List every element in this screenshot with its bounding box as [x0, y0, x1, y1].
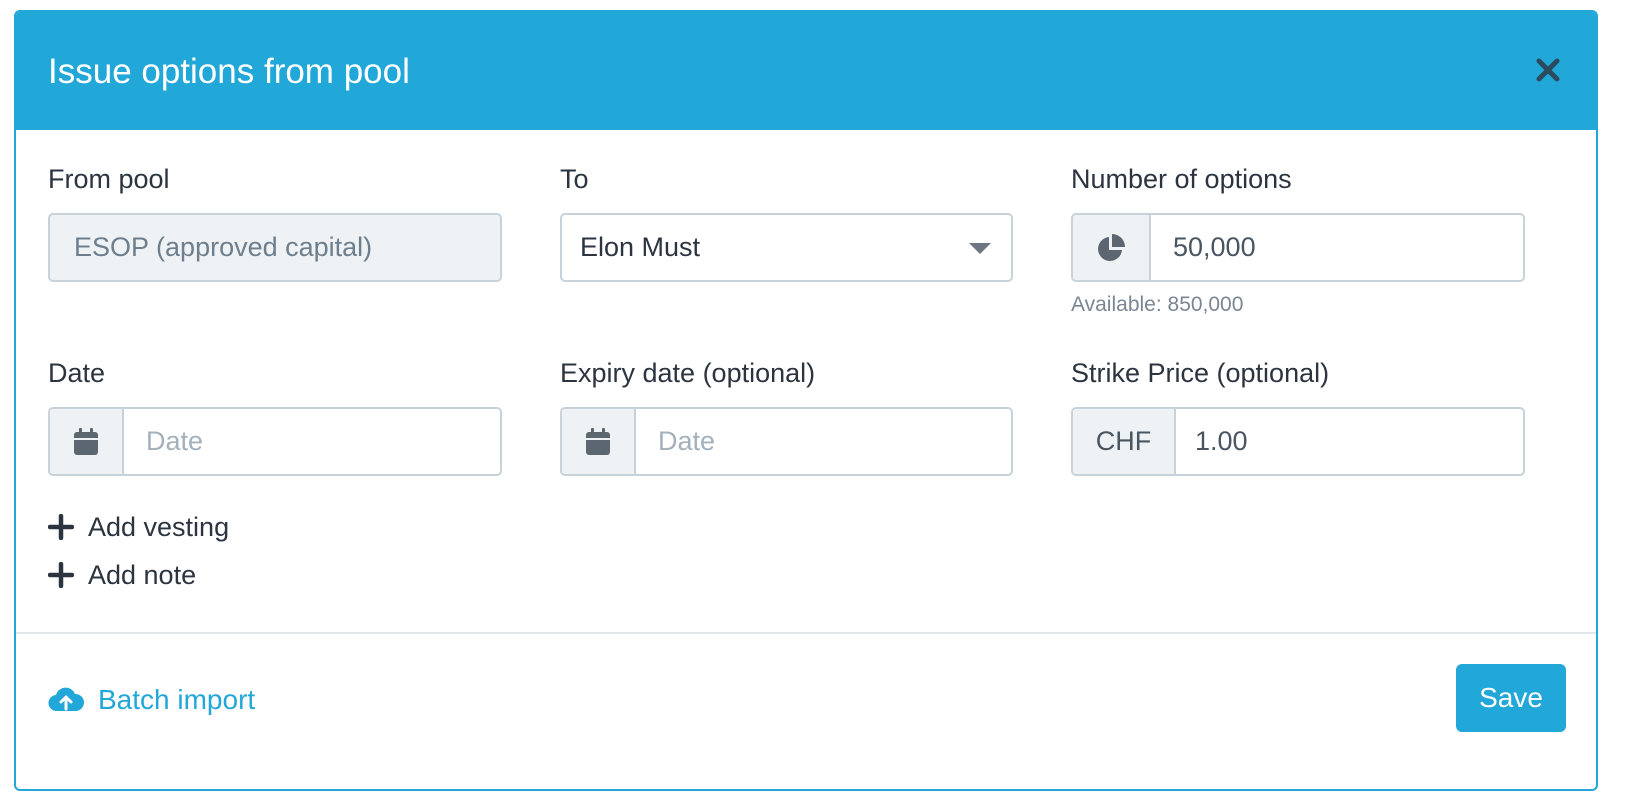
date-label: Date	[48, 358, 106, 388]
chevron-down-icon	[969, 243, 991, 254]
plus-icon	[48, 514, 74, 540]
calendar-icon	[74, 427, 98, 455]
date-placeholder: Date	[146, 426, 204, 456]
issue-options-modal: Issue options from pool From pool ESOP (…	[14, 10, 1598, 791]
strike-price-value: 1.00	[1195, 426, 1248, 456]
to-select[interactable]: Elon Must	[560, 213, 1013, 282]
save-button[interactable]: Save	[1456, 664, 1566, 732]
date-addon	[50, 409, 124, 474]
footer-divider	[16, 632, 1596, 634]
strike-price-label: Strike Price (optional)	[1071, 358, 1330, 388]
number-of-options-addon	[1073, 215, 1151, 280]
number-of-options-input[interactable]: 50,000	[1071, 213, 1525, 282]
available-options-help: Available: 850,000	[1071, 293, 1244, 316]
calendar-icon	[586, 427, 610, 455]
from-pool-value: ESOP (approved capital)	[74, 232, 373, 262]
add-note-label: Add note	[88, 559, 197, 590]
date-input[interactable]: Date	[48, 407, 502, 476]
number-of-options-label: Number of options	[1071, 164, 1292, 194]
cloud-upload-icon	[48, 687, 84, 712]
strike-price-currency-addon: CHF	[1073, 409, 1176, 474]
expiry-date-addon	[562, 409, 636, 474]
close-icon	[1536, 58, 1560, 82]
plus-icon	[48, 562, 74, 588]
modal-header: Issue options from pool	[16, 12, 1596, 130]
modal-title: Issue options from pool	[48, 52, 410, 91]
expiry-date-input[interactable]: Date	[560, 407, 1013, 476]
batch-import-link[interactable]: Batch import	[48, 680, 255, 720]
currency-label: CHF	[1095, 426, 1152, 456]
from-pool-field: ESOP (approved capital)	[48, 213, 502, 282]
expiry-date-placeholder: Date	[658, 426, 716, 456]
from-pool-label: From pool	[48, 164, 170, 194]
add-vesting-label: Add vesting	[88, 511, 230, 542]
to-label: To	[560, 164, 589, 194]
expiry-date-label: Expiry date (optional)	[560, 358, 816, 388]
number-of-options-value: 50,000	[1173, 232, 1256, 262]
strike-price-input[interactable]: CHF 1.00	[1071, 407, 1525, 476]
batch-import-label: Batch import	[98, 684, 256, 715]
to-select-value: Elon Must	[580, 232, 701, 262]
add-note-button[interactable]: Add note	[48, 557, 196, 593]
pie-chart-icon	[1098, 233, 1125, 261]
close-button[interactable]	[1530, 52, 1566, 88]
add-vesting-button[interactable]: Add vesting	[48, 509, 229, 545]
